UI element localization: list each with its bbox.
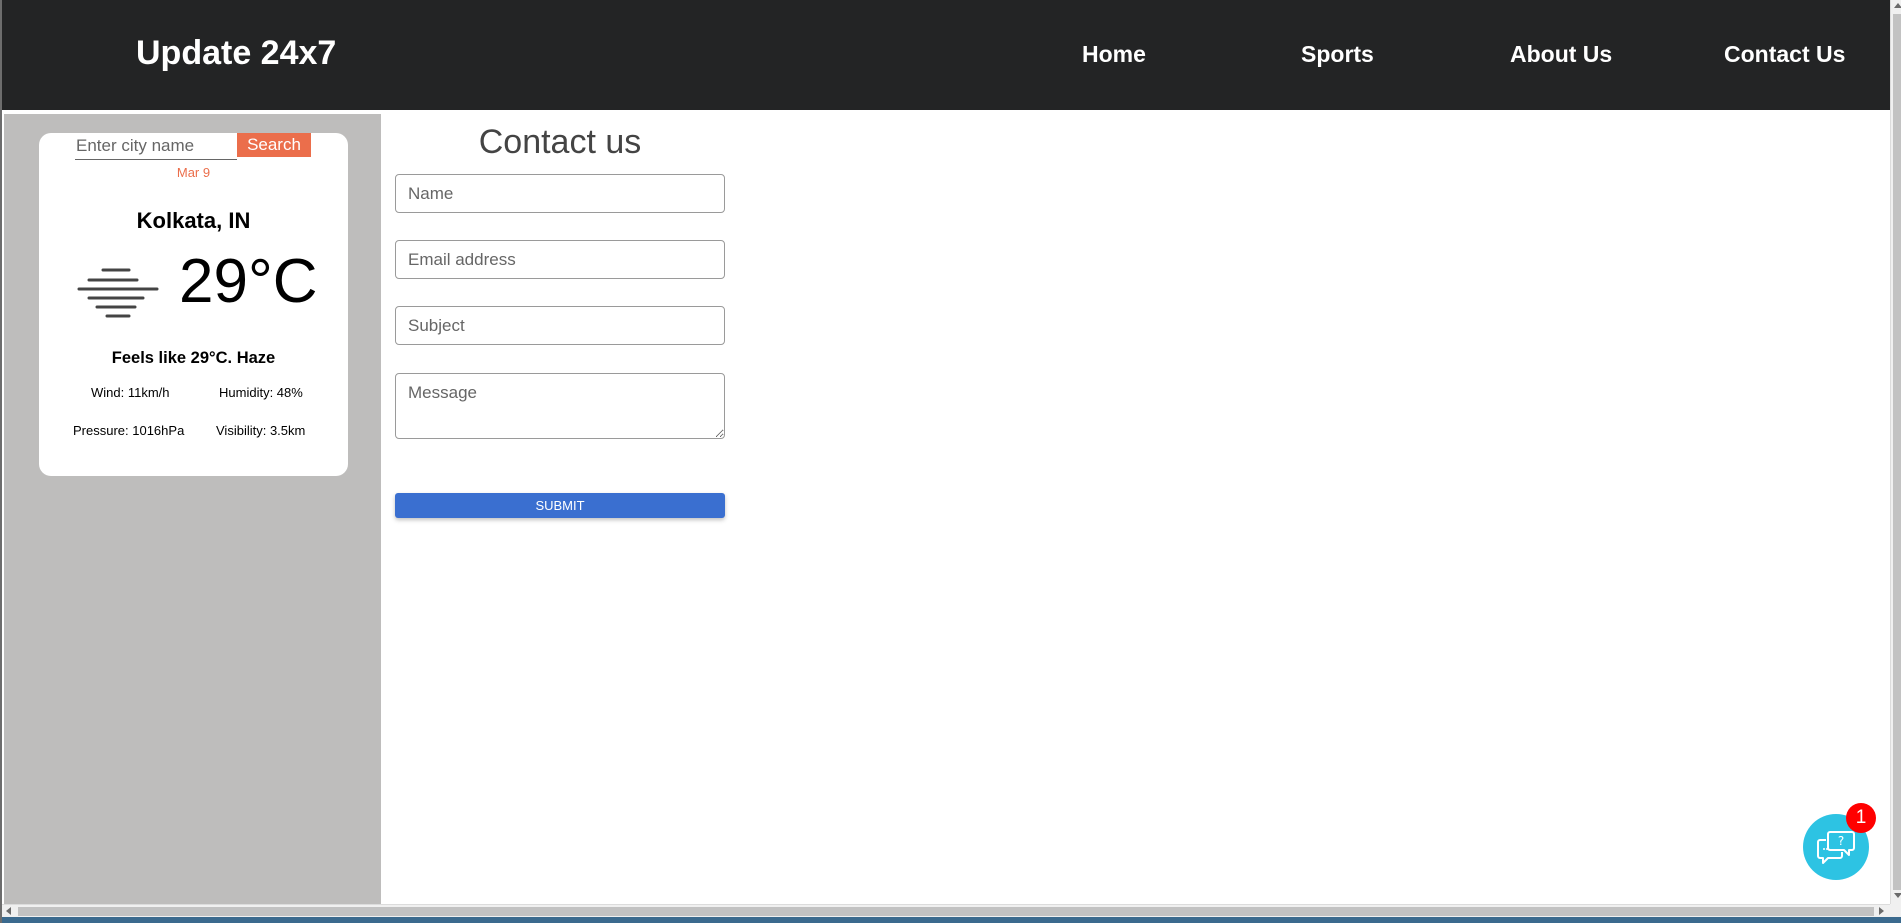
- horizontal-scrollbar[interactable]: [2, 904, 1890, 917]
- site-header: Update 24x7 Home Sports About Us Contact…: [2, 0, 1890, 110]
- city-search-input[interactable]: [75, 133, 237, 160]
- weather-card: Search Mar 9 Kolkata, IN 29°C Feels like…: [39, 133, 348, 476]
- feels-like: Feels like 29°C. Haze: [111, 349, 276, 367]
- nav-contact-us[interactable]: Contact Us: [1724, 41, 1845, 68]
- city-name: Kolkata, IN: [136, 208, 251, 233]
- search-button[interactable]: Search: [237, 133, 311, 157]
- scroll-down-arrow-icon[interactable]: [1894, 893, 1901, 898]
- contact-title: Contact us: [478, 123, 642, 161]
- vertical-scrollbar[interactable]: [1890, 0, 1901, 904]
- chat-help-icon: ?: [1817, 831, 1855, 864]
- status-bar: [2, 917, 1901, 923]
- visibility-stat: Visibility: 3.5km: [216, 423, 306, 438]
- humidity-stat: Humidity: 48%: [219, 385, 303, 400]
- scrollbar-corner: [1890, 904, 1901, 917]
- scroll-left-arrow-icon[interactable]: [6, 907, 11, 915]
- scroll-up-arrow-icon[interactable]: [1894, 3, 1901, 8]
- submit-button[interactable]: SUBMIT: [395, 493, 725, 518]
- site-brand[interactable]: Update 24x7: [136, 34, 336, 73]
- haze-icon: [77, 268, 159, 318]
- nav-sports[interactable]: Sports: [1301, 41, 1374, 68]
- browser-page: Update 24x7 Home Sports About Us Contact…: [0, 0, 1901, 923]
- pressure-stat: Pressure: 1016hPa: [73, 423, 185, 438]
- chat-notification-badge: 1: [1846, 803, 1876, 833]
- nav-home[interactable]: Home: [1082, 41, 1146, 68]
- message-field[interactable]: [395, 373, 725, 439]
- nav-about-us[interactable]: About Us: [1510, 41, 1612, 68]
- wind-stat: Wind: 11km/h: [91, 385, 170, 400]
- email-field[interactable]: [395, 240, 725, 279]
- sidebar: Search Mar 9 Kolkata, IN 29°C Feels like…: [4, 114, 381, 904]
- svg-text:?: ?: [1838, 834, 1844, 848]
- scroll-right-arrow-icon[interactable]: [1879, 907, 1884, 915]
- temperature: 29°C: [179, 247, 318, 316]
- subject-field[interactable]: [395, 306, 725, 345]
- weather-date: Mar 9: [176, 165, 211, 180]
- horizontal-scroll-thumb[interactable]: [18, 907, 1874, 916]
- vertical-scroll-thumb[interactable]: [1893, 14, 1901, 890]
- name-field[interactable]: [395, 174, 725, 213]
